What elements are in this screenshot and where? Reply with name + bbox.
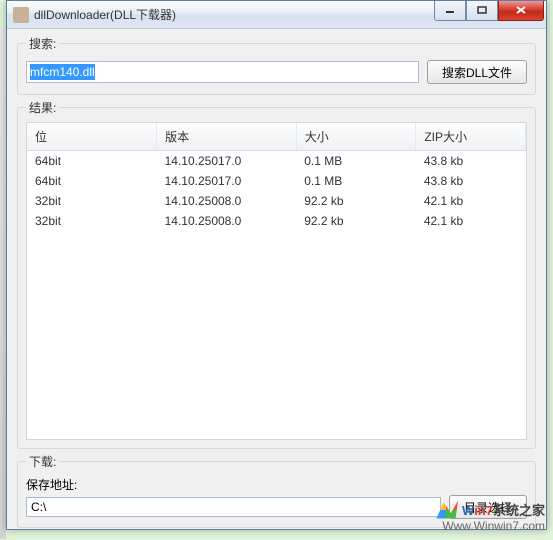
col-zipsize[interactable]: ZIP大小 bbox=[416, 123, 526, 151]
watermark-w: W bbox=[462, 503, 474, 518]
col-size[interactable]: 大小 bbox=[296, 123, 416, 151]
cell-size: 92.2 kb bbox=[296, 211, 416, 231]
col-bit[interactable]: 位 bbox=[27, 123, 157, 151]
cell-size: 0.1 MB bbox=[296, 151, 416, 172]
cell-version: 14.10.25017.0 bbox=[157, 171, 297, 191]
cell-version: 14.10.25008.0 bbox=[157, 191, 297, 211]
search-group: 搜索: mfcm140.dll 搜索DLL文件 bbox=[17, 35, 536, 95]
window-buttons bbox=[434, 1, 544, 21]
download-legend: 下载: bbox=[26, 453, 59, 470]
results-table: 位 版本 大小 ZIP大小 64bit14.10.25017.00.1 MB43… bbox=[27, 123, 526, 231]
col-version[interactable]: 版本 bbox=[157, 123, 297, 151]
minimize-icon bbox=[445, 5, 455, 15]
window-content: 搜索: mfcm140.dll 搜索DLL文件 结果: 位 bbox=[7, 29, 546, 540]
watermark-in7: in7 bbox=[474, 503, 493, 518]
cell-bit: 32bit bbox=[27, 191, 157, 211]
cell-bit: 32bit bbox=[27, 211, 157, 231]
minimize-button[interactable] bbox=[434, 1, 466, 21]
main-window: dllDownloader(DLL下载器) 搜索: mfcm140.dll 搜索… bbox=[6, 0, 547, 530]
table-header-row: 位 版本 大小 ZIP大小 bbox=[27, 123, 526, 151]
search-input-value: mfcm140.dll bbox=[30, 64, 95, 80]
titlebar[interactable]: dllDownloader(DLL下载器) bbox=[7, 1, 546, 29]
table-row[interactable]: 32bit14.10.25008.092.2 kb42.1 kb bbox=[27, 191, 526, 211]
cell-bit: 64bit bbox=[27, 151, 157, 172]
close-button[interactable] bbox=[498, 1, 544, 21]
table-row[interactable]: 64bit14.10.25017.00.1 MB43.8 kb bbox=[27, 151, 526, 172]
cell-zipsize: 42.1 kb bbox=[416, 191, 526, 211]
app-icon bbox=[13, 7, 29, 23]
search-button[interactable]: 搜索DLL文件 bbox=[427, 60, 527, 84]
save-path-input[interactable] bbox=[26, 497, 441, 517]
cell-zipsize: 43.8 kb bbox=[416, 151, 526, 172]
cell-version: 14.10.25017.0 bbox=[157, 151, 297, 172]
watermark-tail: 系统之家 bbox=[493, 503, 545, 518]
cell-version: 14.10.25008.0 bbox=[157, 211, 297, 231]
maximize-button[interactable] bbox=[466, 1, 498, 21]
watermark-url: Www.Winwin7.com bbox=[434, 519, 545, 533]
table-row[interactable]: 32bit14.10.25008.092.2 kb42.1 kb bbox=[27, 211, 526, 231]
results-table-wrap: 位 版本 大小 ZIP大小 64bit14.10.25017.00.1 MB43… bbox=[26, 122, 527, 440]
watermark: Win7系统之家 Www.Winwin7.com bbox=[434, 500, 545, 533]
search-input[interactable]: mfcm140.dll bbox=[26, 61, 419, 83]
cell-bit: 64bit bbox=[27, 171, 157, 191]
windows-flag-icon bbox=[434, 501, 458, 519]
cell-zipsize: 43.8 kb bbox=[416, 171, 526, 191]
close-icon bbox=[515, 5, 527, 15]
cell-zipsize: 42.1 kb bbox=[416, 211, 526, 231]
maximize-icon bbox=[477, 5, 487, 15]
results-group: 结果: 位 版本 大小 ZIP大小 64bit14.10.25017. bbox=[17, 99, 536, 449]
table-row[interactable]: 64bit14.10.25017.00.1 MB43.8 kb bbox=[27, 171, 526, 191]
window-title: dllDownloader(DLL下载器) bbox=[34, 6, 434, 23]
search-legend: 搜索: bbox=[26, 35, 59, 52]
cell-size: 92.2 kb bbox=[296, 191, 416, 211]
save-path-label: 保存地址: bbox=[26, 476, 527, 493]
cell-size: 0.1 MB bbox=[296, 171, 416, 191]
results-legend: 结果: bbox=[26, 99, 59, 116]
